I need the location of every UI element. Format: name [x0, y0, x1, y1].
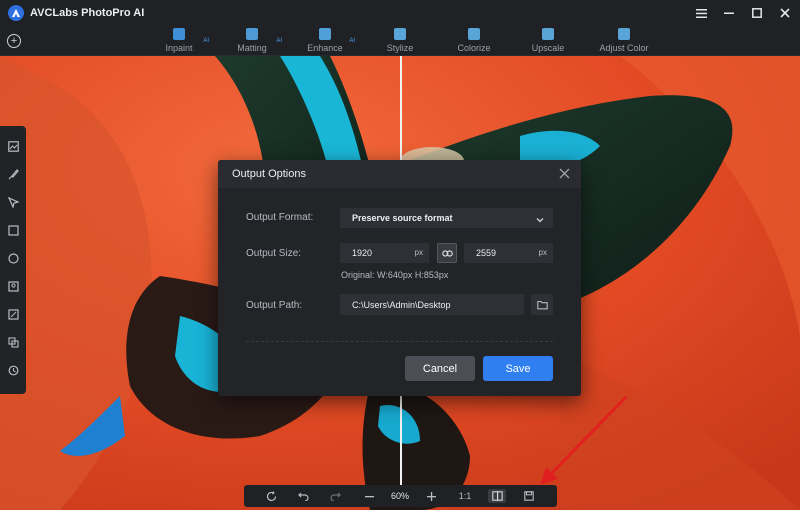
image-icon[interactable]: [7, 140, 19, 153]
output-height-input[interactable]: 2559 px: [464, 243, 553, 263]
matting-icon: [246, 28, 258, 40]
colorize-icon: [468, 28, 480, 40]
annotation-arrow: [540, 395, 628, 485]
dialog-divider: [246, 341, 553, 342]
output-format-label: Output Format:: [246, 212, 314, 223]
save-export-icon[interactable]: [522, 489, 536, 503]
dialog-header: Output Options: [218, 160, 581, 188]
output-width-input[interactable]: 1920 px: [340, 243, 429, 263]
cancel-button[interactable]: Cancel: [405, 356, 475, 381]
minimize-icon[interactable]: [722, 6, 736, 20]
tab-inpaint-label: Inpaint: [165, 43, 193, 53]
history-icon[interactable]: [7, 364, 19, 377]
dialog-title: Output Options: [232, 168, 306, 180]
plus-circle-icon[interactable]: +: [7, 34, 21, 48]
hamburger-icon[interactable]: [694, 6, 708, 20]
brush-icon[interactable]: [7, 168, 19, 181]
output-height-value: 2559: [476, 248, 497, 258]
tab-adjust-color-label: Adjust Color: [599, 43, 649, 53]
tab-matting-label: Matting: [237, 43, 267, 53]
adjust-color-icon: [618, 28, 630, 40]
save-button[interactable]: Save: [483, 356, 553, 381]
ai-badge: AI: [203, 38, 209, 44]
link-aspect-icon[interactable]: [437, 243, 457, 263]
layers-icon[interactable]: [7, 336, 19, 349]
circle-icon[interactable]: [7, 252, 19, 265]
output-path-input[interactable]: C:\Users\Admin\Desktop: [340, 294, 524, 315]
ai-badge: AI: [276, 38, 282, 44]
output-path-value: C:\Users\Admin\Desktop: [352, 299, 451, 310]
output-format-value: Preserve source format: [352, 213, 453, 223]
upscale-icon: [542, 28, 554, 40]
undo-icon[interactable]: [296, 489, 310, 503]
tab-enhance[interactable]: Enhance AI: [305, 27, 355, 55]
compare-icon[interactable]: [488, 489, 506, 503]
folder-icon[interactable]: [531, 294, 553, 315]
width-unit: px: [414, 248, 423, 257]
tab-stylize-label: Stylize: [386, 43, 414, 53]
tab-stylize[interactable]: Stylize: [380, 27, 420, 55]
output-size-label: Output Size:: [246, 248, 302, 259]
tab-inpaint[interactable]: Inpaint AI: [159, 27, 209, 55]
title-bar: AVCLabs PhotoPro AI: [0, 0, 800, 26]
zoom-in-icon[interactable]: [424, 489, 438, 503]
enhance-icon: [319, 28, 331, 40]
stylize-icon: [394, 28, 406, 40]
tab-adjust-color[interactable]: Adjust Color: [596, 27, 652, 55]
zoom-level: 60%: [390, 491, 409, 501]
output-width-value: 1920: [352, 248, 373, 258]
window-controls: [694, 0, 792, 26]
tab-upscale[interactable]: Upscale: [526, 27, 570, 55]
tab-upscale-label: Upscale: [531, 43, 565, 53]
portrait-icon[interactable]: [7, 280, 19, 293]
edit-icon[interactable]: [7, 308, 19, 321]
main-toolbar: + Inpaint AI Matting AI Enhance AI Styli…: [0, 26, 800, 56]
output-format-select[interactable]: Preserve source format: [340, 208, 553, 228]
height-unit: px: [538, 248, 547, 257]
actual-size-button[interactable]: 1:1: [455, 489, 475, 503]
app-logo-icon: [8, 5, 24, 21]
tab-colorize-label: Colorize: [457, 43, 491, 53]
chevron-down-icon: [535, 212, 545, 223]
inpaint-icon: [173, 28, 185, 40]
maximize-icon[interactable]: [750, 6, 764, 20]
app-title: AVCLabs PhotoPro AI: [30, 7, 145, 19]
rectangle-icon[interactable]: [7, 224, 19, 237]
ai-badge: AI: [349, 38, 355, 44]
tab-colorize[interactable]: Colorize: [452, 27, 496, 55]
reset-icon[interactable]: [264, 489, 278, 503]
tab-enhance-label: Enhance: [307, 43, 343, 53]
output-options-dialog: Output Options Output Format: Preserve s…: [218, 160, 581, 396]
tab-matting[interactable]: Matting AI: [232, 27, 282, 55]
bottom-toolbar: 60% 1:1: [244, 485, 557, 507]
output-path-label: Output Path:: [246, 300, 303, 311]
zoom-out-icon[interactable]: [362, 489, 376, 503]
original-size-text: Original: W:640px H:853px: [341, 270, 449, 280]
close-icon[interactable]: [778, 6, 792, 20]
left-tool-rail: [0, 126, 26, 394]
close-icon[interactable]: [558, 167, 571, 180]
select-arrow-icon[interactable]: [7, 196, 19, 209]
redo-icon[interactable]: [328, 489, 342, 503]
